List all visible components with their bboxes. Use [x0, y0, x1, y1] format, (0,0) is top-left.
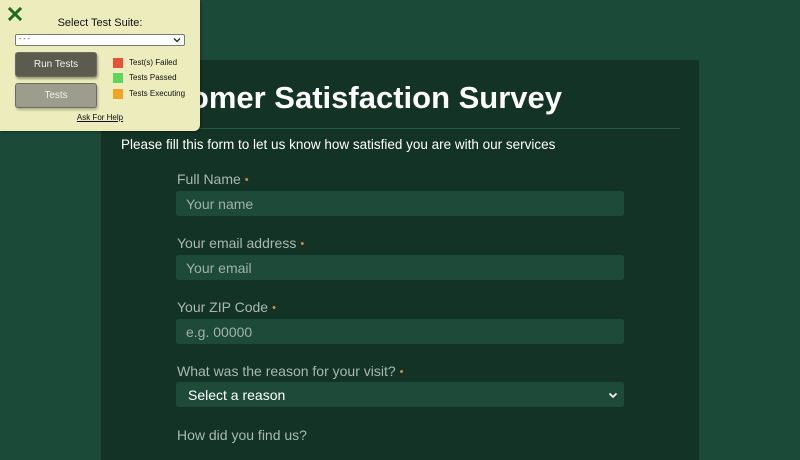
required-marker: •: [272, 302, 276, 314]
passed-swatch: [113, 72, 123, 83]
email-label-text: Your email address: [177, 235, 297, 251]
executing-swatch: [113, 88, 123, 99]
visit-reason-label: What was the reason for your visit? •: [177, 363, 404, 380]
zip-input[interactable]: [176, 319, 624, 344]
ask-for-help-link[interactable]: Ask For Help: [0, 113, 200, 123]
chevron-down-icon: [173, 31, 181, 49]
full-name-label-text: Full Name: [177, 171, 241, 187]
test-suite-heading: Select Test Suite:: [57, 17, 143, 29]
zip-label: Your ZIP Code •: [177, 299, 276, 316]
tests-button[interactable]: Tests: [15, 83, 97, 108]
visit-reason-selected: Select a reason: [188, 386, 286, 403]
find-us-label: How did you find us?: [177, 427, 307, 443]
required-marker: •: [300, 238, 305, 250]
legend-executing-label: Tests Executing: [129, 88, 186, 98]
legend-executing: Tests Executing: [113, 88, 185, 99]
required-marker: •: [399, 366, 404, 378]
failed-swatch: [113, 57, 123, 68]
test-runner-panel: Select Test Suite: - - - Run Tests Tests…: [0, 0, 200, 131]
required-marker: •: [244, 174, 249, 186]
find-us-label-text: How did you find us?: [177, 427, 307, 443]
legend-failed-label: Test(s) Failed: [129, 57, 178, 67]
zip-label-text: Your ZIP Code: [177, 299, 269, 315]
chevron-down-icon: [608, 390, 618, 400]
full-name-label: Full Name •: [177, 171, 249, 188]
legend-passed: Tests Passed: [113, 72, 177, 83]
visit-reason-select[interactable]: Select a reason: [176, 382, 624, 407]
test-suite-selected: - - -: [19, 36, 30, 43]
legend-passed-label: Tests Passed: [129, 72, 177, 82]
visit-reason-label-text: What was the reason for your visit?: [177, 363, 396, 379]
survey-intro-text: Please fill this form to let us know how…: [121, 137, 556, 152]
full-name-input[interactable]: [176, 191, 624, 216]
run-tests-button[interactable]: Run Tests: [15, 52, 97, 77]
title-divider: [121, 128, 680, 129]
legend-failed: Test(s) Failed: [113, 57, 177, 68]
test-suite-select[interactable]: - - -: [15, 34, 185, 46]
email-label: Your email address •: [177, 235, 304, 252]
email-input[interactable]: [176, 255, 624, 280]
